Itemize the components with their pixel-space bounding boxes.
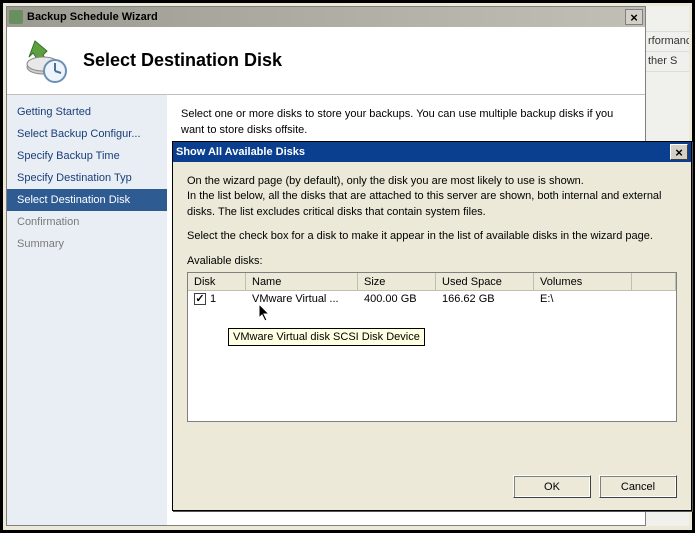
disks-listview[interactable]: Disk Name Size Used Space Volumes 1 VMwa…	[187, 272, 677, 422]
nav-select-backup-config[interactable]: Select Backup Configur...	[7, 123, 167, 145]
cell-used: 166.62 GB	[436, 292, 534, 307]
window-title: Backup Schedule Wizard	[27, 11, 158, 23]
instruction-text: Select one or more disks to store your b…	[181, 107, 631, 139]
col-extra[interactable]	[632, 273, 676, 290]
page-title: Select Destination Disk	[83, 50, 282, 71]
close-button[interactable]: ×	[625, 9, 643, 25]
cell-disk[interactable]: 1	[188, 292, 246, 307]
ok-button[interactable]: OK	[513, 475, 591, 498]
col-used[interactable]: Used Space	[436, 273, 534, 290]
dialog-titlebar[interactable]: Show All Available Disks ×	[173, 142, 691, 162]
listview-header: Disk Name Size Used Space Volumes	[188, 273, 676, 291]
col-disk[interactable]: Disk	[188, 273, 246, 290]
cell-volumes: E:\	[534, 292, 632, 307]
app-icon	[9, 10, 23, 24]
wizard-nav: Getting Started Select Backup Configur..…	[7, 95, 167, 525]
col-size[interactable]: Size	[358, 273, 436, 290]
nav-getting-started[interactable]: Getting Started	[7, 101, 167, 123]
dialog-text-3: Select the check box for a disk to make …	[187, 229, 677, 244]
dialog-text-2: In the list below, all the disks that ar…	[187, 189, 677, 220]
available-disks-label: Avaliable disks:	[187, 254, 677, 269]
wizard-titlebar[interactable]: Backup Schedule Wizard ×	[7, 7, 645, 27]
col-name[interactable]: Name	[246, 273, 358, 290]
cell-name: VMware Virtual ...	[246, 292, 358, 307]
nav-select-destination-disk[interactable]: Select Destination Disk	[7, 189, 167, 211]
nav-confirmation[interactable]: Confirmation	[7, 211, 167, 233]
disk-checkbox[interactable]	[194, 293, 206, 305]
wizard-header: Select Destination Disk	[7, 27, 645, 95]
disk-number: 1	[210, 293, 216, 305]
nav-specify-backup-time[interactable]: Specify Backup Time	[7, 145, 167, 167]
cell-size: 400.00 GB	[358, 292, 436, 307]
nav-summary[interactable]: Summary	[7, 233, 167, 255]
dialog-text-1: On the wizard page (by default), only th…	[187, 174, 677, 189]
tooltip: VMware Virtual disk SCSI Disk Device	[228, 328, 425, 346]
dialog-close-button[interactable]: ×	[670, 144, 688, 160]
col-volumes[interactable]: Volumes	[534, 273, 632, 290]
show-all-disks-dialog: Show All Available Disks × On the wizard…	[172, 141, 692, 511]
bg-text: ther S	[646, 52, 689, 72]
bg-text: rformanc	[646, 32, 689, 52]
cancel-button[interactable]: Cancel	[599, 475, 677, 498]
nav-specify-destination-type[interactable]: Specify Destination Typ	[7, 167, 167, 189]
disk-row[interactable]: 1 VMware Virtual ... 400.00 GB 166.62 GB…	[188, 291, 676, 309]
backup-schedule-icon	[21, 37, 69, 85]
dialog-title: Show All Available Disks	[176, 146, 305, 158]
